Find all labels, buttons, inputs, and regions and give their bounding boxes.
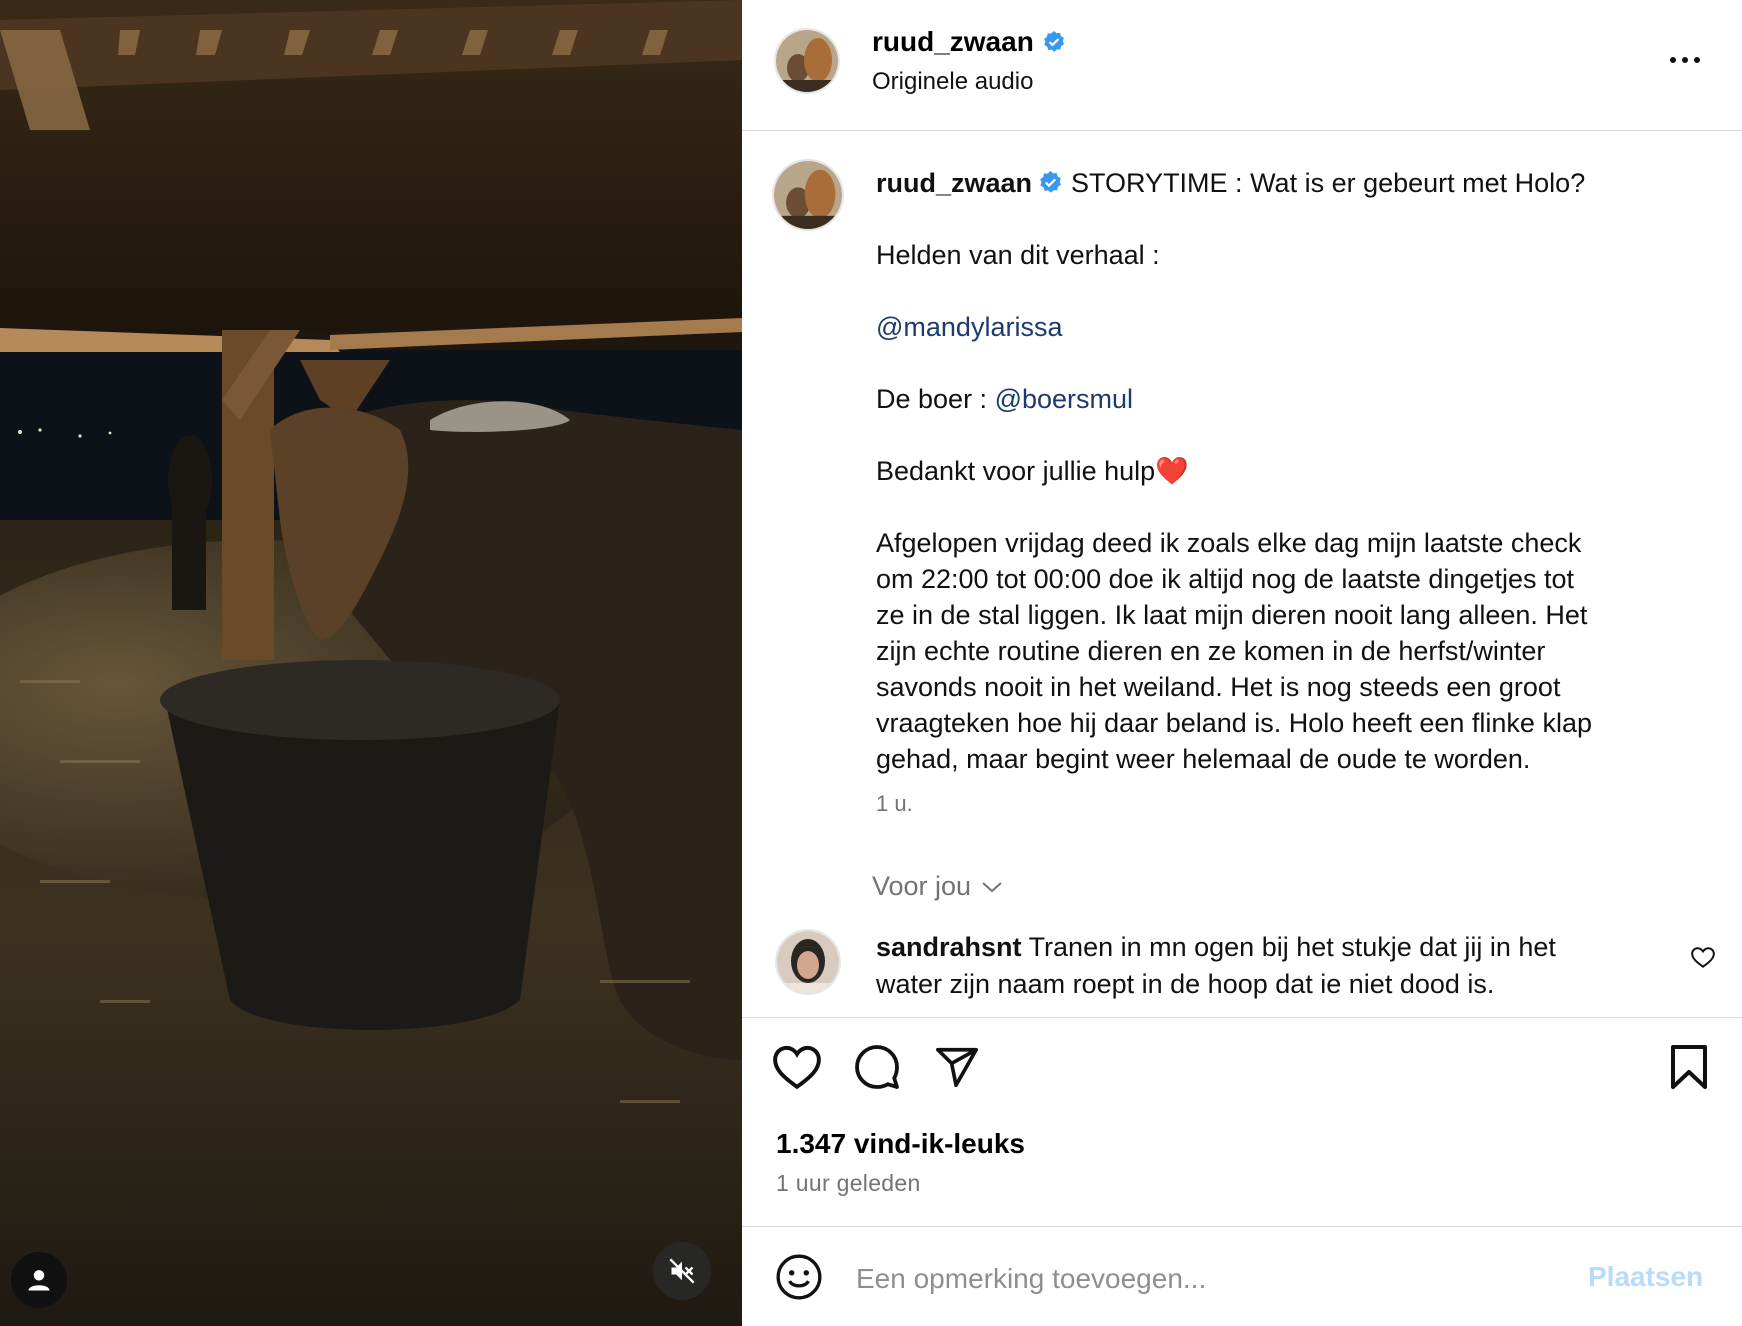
heart-icon (1691, 947, 1715, 968)
video-frame (0, 0, 742, 1326)
comments-scroll-area[interactable]: ruud_zwaan STORYTIME : Wat is er gebeurt… (742, 131, 1742, 1017)
caption-author-avatar[interactable] (772, 159, 844, 231)
post-caption: ruud_zwaan STORYTIME : Wat is er gebeurt… (876, 165, 1696, 777)
divider (742, 1017, 1742, 1018)
caption-first-line: ruud_zwaan STORYTIME : Wat is er gebeurt… (876, 165, 1696, 201)
post-header: ruud_zwaan Originele audio (742, 0, 1742, 131)
post-timestamp[interactable]: 1 uur geleden (776, 1170, 921, 1197)
author-username-text[interactable]: ruud_zwaan (872, 26, 1034, 58)
comment-username[interactable]: sandrahsnt (876, 932, 1022, 962)
share-button[interactable] (930, 1040, 984, 1094)
avatar-image (774, 161, 842, 229)
author-avatar[interactable] (774, 28, 840, 94)
mute-toggle-button[interactable] (653, 1242, 711, 1300)
post-video[interactable] (0, 0, 742, 1326)
user-tag-button[interactable] (11, 1252, 67, 1308)
commenter-avatar[interactable] (775, 929, 841, 995)
caption-username[interactable]: ruud_zwaan (876, 168, 1032, 198)
verified-badge-icon (1040, 171, 1061, 193)
author-username[interactable]: ruud_zwaan (872, 26, 1066, 58)
post-details-panel: ruud_zwaan Originele audio ruud_zwaan ST… (742, 0, 1742, 1326)
comments-filter-label: Voor jou (872, 871, 972, 901)
verified-badge-icon (1043, 31, 1064, 52)
caption-farmer-line: De boer : @boersmul (876, 381, 1696, 417)
post-comment-button[interactable]: Plaatsen (1588, 1261, 1703, 1293)
heart-icon (773, 1045, 821, 1090)
caption-body: Afgelopen vrijdag deed ik zoals elke dag… (876, 528, 1592, 774)
caption-farmer-label: De boer : (876, 384, 995, 414)
comment-button[interactable] (850, 1040, 904, 1094)
audio-label[interactable]: Originele audio (872, 68, 1033, 96)
comment-input[interactable] (854, 1253, 1478, 1305)
comment-like-button[interactable] (1690, 945, 1720, 975)
comment-icon (855, 1045, 899, 1089)
avatar-image (777, 931, 839, 993)
mention-link[interactable]: @mandylarissa (876, 312, 1062, 342)
emoji-button[interactable] (774, 1252, 824, 1302)
caption-timestamp: 1 u. (876, 791, 913, 816)
caption-title: STORYTIME : Wat is er gebeurt met Holo? (1071, 168, 1586, 198)
more-options-button[interactable] (1662, 42, 1708, 78)
action-bar (742, 1040, 1742, 1104)
caption-mention-line: @mandylarissa (876, 309, 1696, 345)
more-options-icon (1670, 57, 1700, 63)
comments-filter-dropdown[interactable]: Voor jou (872, 871, 1003, 902)
caption-heroes: Helden van dit verhaal : (876, 240, 1160, 270)
like-count[interactable]: 1.347 vind-ik-leuks (776, 1128, 1025, 1160)
share-icon (936, 1047, 978, 1088)
bookmark-icon (1671, 1045, 1707, 1089)
user-tag-icon (28, 1270, 50, 1291)
comment-composer: Plaatsen (742, 1227, 1742, 1326)
comment-item: sandrahsnt Tranen in mn ogen bij het stu… (876, 929, 1616, 1003)
avatar-image (776, 30, 838, 92)
muted-speaker-icon (669, 1258, 695, 1284)
mention-link[interactable]: @boersmul (995, 384, 1133, 414)
caption-thanks: Bedankt voor jullie hulp❤️ (876, 456, 1189, 486)
like-button[interactable] (770, 1040, 824, 1094)
save-button[interactable] (1662, 1040, 1716, 1094)
emoji-icon (776, 1254, 822, 1300)
chevron-down-icon (982, 881, 1002, 892)
